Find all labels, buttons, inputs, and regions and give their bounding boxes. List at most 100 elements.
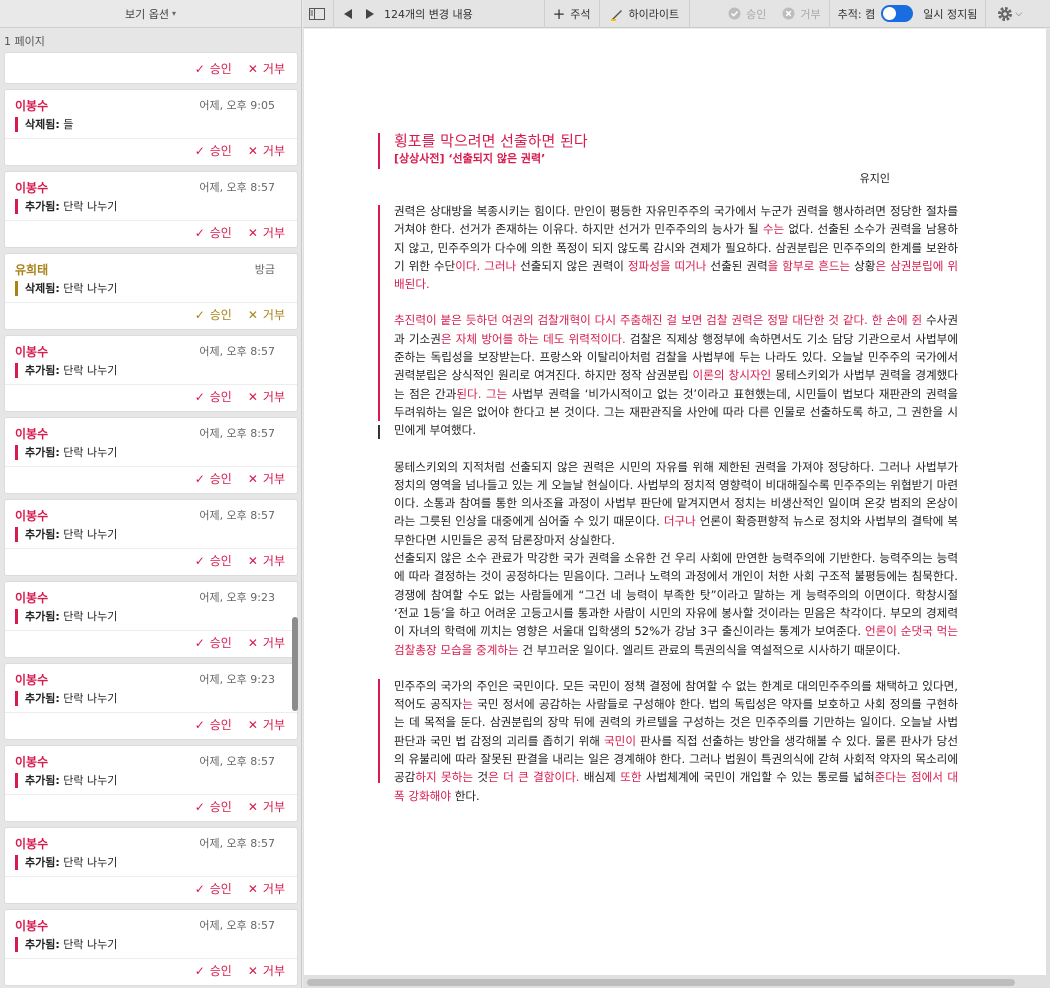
change-bar <box>378 205 380 305</box>
approve-button[interactable]: ✓ 승인 <box>195 716 232 733</box>
change-description: 추가됨: 단락 나누기 <box>15 937 117 952</box>
approve-label: 승인 <box>209 800 232 814</box>
sidebar-scrollbar[interactable] <box>292 617 298 711</box>
card-actions: ✓ 승인 ✕ 거부 <box>195 798 285 815</box>
change-count: 124개의 변경 내용 <box>384 7 473 21</box>
change-card[interactable]: 이봉수 어제, 오후 8:57 추가됨: 단락 나누기 ✓ 승인 ✕ 거부 <box>4 499 298 576</box>
close-icon: ✕ <box>247 799 258 814</box>
reject-change-button[interactable]: ✕ 거부 <box>248 60 285 77</box>
change-text: 들 <box>63 118 74 131</box>
article: 횡포를 막으려면 선출하면 된다 [상상사전] ‘선출되지 않은 권력’ 유지인… <box>391 130 958 805</box>
change-card[interactable]: 이봉수 어제, 오후 9:05 삭제됨: 들 ✓ 승인 ✕ 거부 <box>4 89 298 166</box>
reject-change-button[interactable]: ✕ 거부 <box>248 224 285 241</box>
document-page[interactable]: 횡포를 막으려면 선출하면 된다 [상상사전] ‘선출되지 않은 권력’ 유지인… <box>304 29 1046 975</box>
change-card[interactable]: 이봉수 어제, 오후 9:23 추가됨: 단락 나누기 ✓ 승인 ✕ 거부 <box>4 663 298 740</box>
check-icon: ✓ <box>194 717 205 732</box>
track-label: 추적: 켬 <box>837 7 876 21</box>
approve-button[interactable]: ✓ 승인 <box>195 224 232 241</box>
change-card[interactable]: 이봉수 어제, 오후 9:23 추가됨: 단락 나누기 ✓ 승인 ✕ 거부 <box>4 581 298 658</box>
reject-change-button[interactable]: ✕ 거부 <box>248 388 285 405</box>
approve-button[interactable]: ✓ 승인 <box>195 470 232 487</box>
change-card[interactable]: 이봉수 어제, 오후 8:57 추가됨: 단락 나누기 ✓ 승인 ✕ 거부 <box>4 335 298 412</box>
change-description: 추가됨: 단락 나누기 <box>15 609 117 624</box>
check-icon: ✓ <box>194 307 205 322</box>
approve-label: 승인 <box>209 62 232 76</box>
text-run: 것 <box>473 770 489 785</box>
settings-menu[interactable]: ⌵ <box>986 5 1026 23</box>
reject-change-button[interactable]: ✕ 거부 <box>248 142 285 159</box>
change-author: 이봉수 <box>15 509 49 523</box>
approve-button[interactable]: ✓ 승인 <box>195 60 232 77</box>
paragraph-3: 몽테스키외의 지적처럼 선출되지 않은 권력은 시민의 자유를 위해 제한된 권… <box>391 458 958 549</box>
reject-change-button[interactable]: ✕ 거부 <box>248 470 285 487</box>
reject-label: 거부 <box>262 226 285 240</box>
change-card[interactable]: 이봉수 어제, 오후 8:57 추가됨: 단락 나누기 ✓ 승인 ✕ 거부 <box>4 909 298 986</box>
reject-change-button[interactable]: ✕ 거부 <box>248 716 285 733</box>
change-description: 추가됨: 단락 나누기 <box>15 691 117 706</box>
highlight-label: 하이라이트 <box>628 7 680 21</box>
reject-change-button[interactable]: ✕ 거부 <box>248 552 285 569</box>
approve-label: 승인 <box>209 554 232 568</box>
change-card[interactable]: ✓ 승인 ✕ 거부 <box>4 52 298 84</box>
check-icon: ✓ <box>194 389 205 404</box>
change-type: 추가됨: <box>25 774 60 787</box>
reject-change-button[interactable]: ✕ 거부 <box>248 634 285 651</box>
change-card[interactable]: 유희태 방금 삭제됨: 단락 나누기 ✓ 승인 ✕ 거부 <box>4 253 298 330</box>
reject-label: 거부 <box>262 800 285 814</box>
previous-change-button[interactable] <box>334 8 359 19</box>
accept-button[interactable]: 승인 <box>720 6 774 22</box>
inserted-text: 은 자체 방어를 하는 데도 위력적이다. <box>440 331 626 346</box>
text-run: 선출되지 않은 권력이 <box>516 258 628 273</box>
reject-change-button[interactable]: ✕ 거부 <box>248 798 285 815</box>
change-card[interactable]: 이봉수 어제, 오후 8:57 추가됨: 단락 나누기 ✓ 승인 ✕ 거부 <box>4 827 298 904</box>
close-icon: ✕ <box>247 881 258 896</box>
sidebar-toggle-button[interactable] <box>303 7 333 20</box>
check-icon: ✓ <box>194 225 205 240</box>
change-card[interactable]: 이봉수 어제, 오후 8:57 추가됨: 단락 나누기 ✓ 승인 ✕ 거부 <box>4 171 298 248</box>
gear-icon <box>998 6 1013 21</box>
change-description: 추가됨: 단락 나누기 <box>15 363 117 378</box>
horizontal-scrollbar[interactable] <box>307 979 1015 986</box>
approve-button[interactable]: ✓ 승인 <box>195 798 232 815</box>
page-count: 1 페이지 <box>4 35 45 48</box>
approve-button[interactable]: ✓ 승인 <box>195 552 232 569</box>
approve-label: 승인 <box>209 718 232 732</box>
close-icon: ✕ <box>247 143 258 158</box>
approve-label: 승인 <box>209 472 232 486</box>
change-time: 어제, 오후 8:57 <box>199 837 275 850</box>
view-options-label: 보기 옵션 <box>125 7 169 21</box>
reject-label: 거부 <box>262 964 285 978</box>
reject-change-button[interactable]: ✕ 거부 <box>248 306 285 323</box>
reject-change-button[interactable]: ✕ 거부 <box>248 880 285 897</box>
approve-button[interactable]: ✓ 승인 <box>195 142 232 159</box>
reject-change-button[interactable]: ✕ 거부 <box>248 962 285 979</box>
inserted-text: 는 <box>462 697 473 712</box>
change-time: 어제, 오후 8:57 <box>199 345 275 358</box>
card-actions: ✓ 승인 ✕ 거부 <box>195 552 285 569</box>
change-card[interactable]: 이봉수 어제, 오후 8:57 추가됨: 단락 나누기 ✓ 승인 ✕ 거부 <box>4 417 298 494</box>
view-options-menu[interactable]: 보기 옵션 ▾ <box>0 0 301 28</box>
approve-button[interactable]: ✓ 승인 <box>195 962 232 979</box>
inserted-text: 이론의 창시자인 <box>692 368 772 383</box>
paragraph-5: 민주주의 국가의 주인은 국민이다. 모든 국민이 정책 결정에 참여할 수 없… <box>391 677 958 805</box>
approve-button[interactable]: ✓ 승인 <box>195 880 232 897</box>
sidebar-icon <box>309 7 325 20</box>
highlight-button[interactable]: 하이라이트 <box>600 6 690 22</box>
approve-button[interactable]: ✓ 승인 <box>195 634 232 651</box>
change-author: 이봉수 <box>15 755 49 769</box>
approve-button[interactable]: ✓ 승인 <box>195 306 232 323</box>
next-change-button[interactable] <box>359 8 380 19</box>
change-author: 이봉수 <box>15 427 49 441</box>
toolbar: 124개의 변경 내용 + 주석 하이라이트 승인 거부 추적: 켬 일시 정지… <box>303 0 1050 28</box>
approve-button[interactable]: ✓ 승인 <box>195 388 232 405</box>
change-card[interactable]: 이봉수 어제, 오후 8:57 추가됨: 단락 나누기 ✓ 승인 ✕ 거부 <box>4 745 298 822</box>
track-toggle[interactable] <box>881 5 914 22</box>
reject-label: 거부 <box>262 718 285 732</box>
inserted-text: 또한 <box>620 770 642 785</box>
reject-button[interactable]: 거부 <box>774 6 828 22</box>
text-run: 사법체계에 국민이 개입할 수 있는 통로를 넓혀 <box>641 770 875 785</box>
change-author: 유희태 <box>15 263 49 277</box>
reject-label: 거부 <box>262 472 285 486</box>
comment-button[interactable]: + 주석 <box>545 6 599 22</box>
change-text: 단락 나누기 <box>63 692 118 705</box>
